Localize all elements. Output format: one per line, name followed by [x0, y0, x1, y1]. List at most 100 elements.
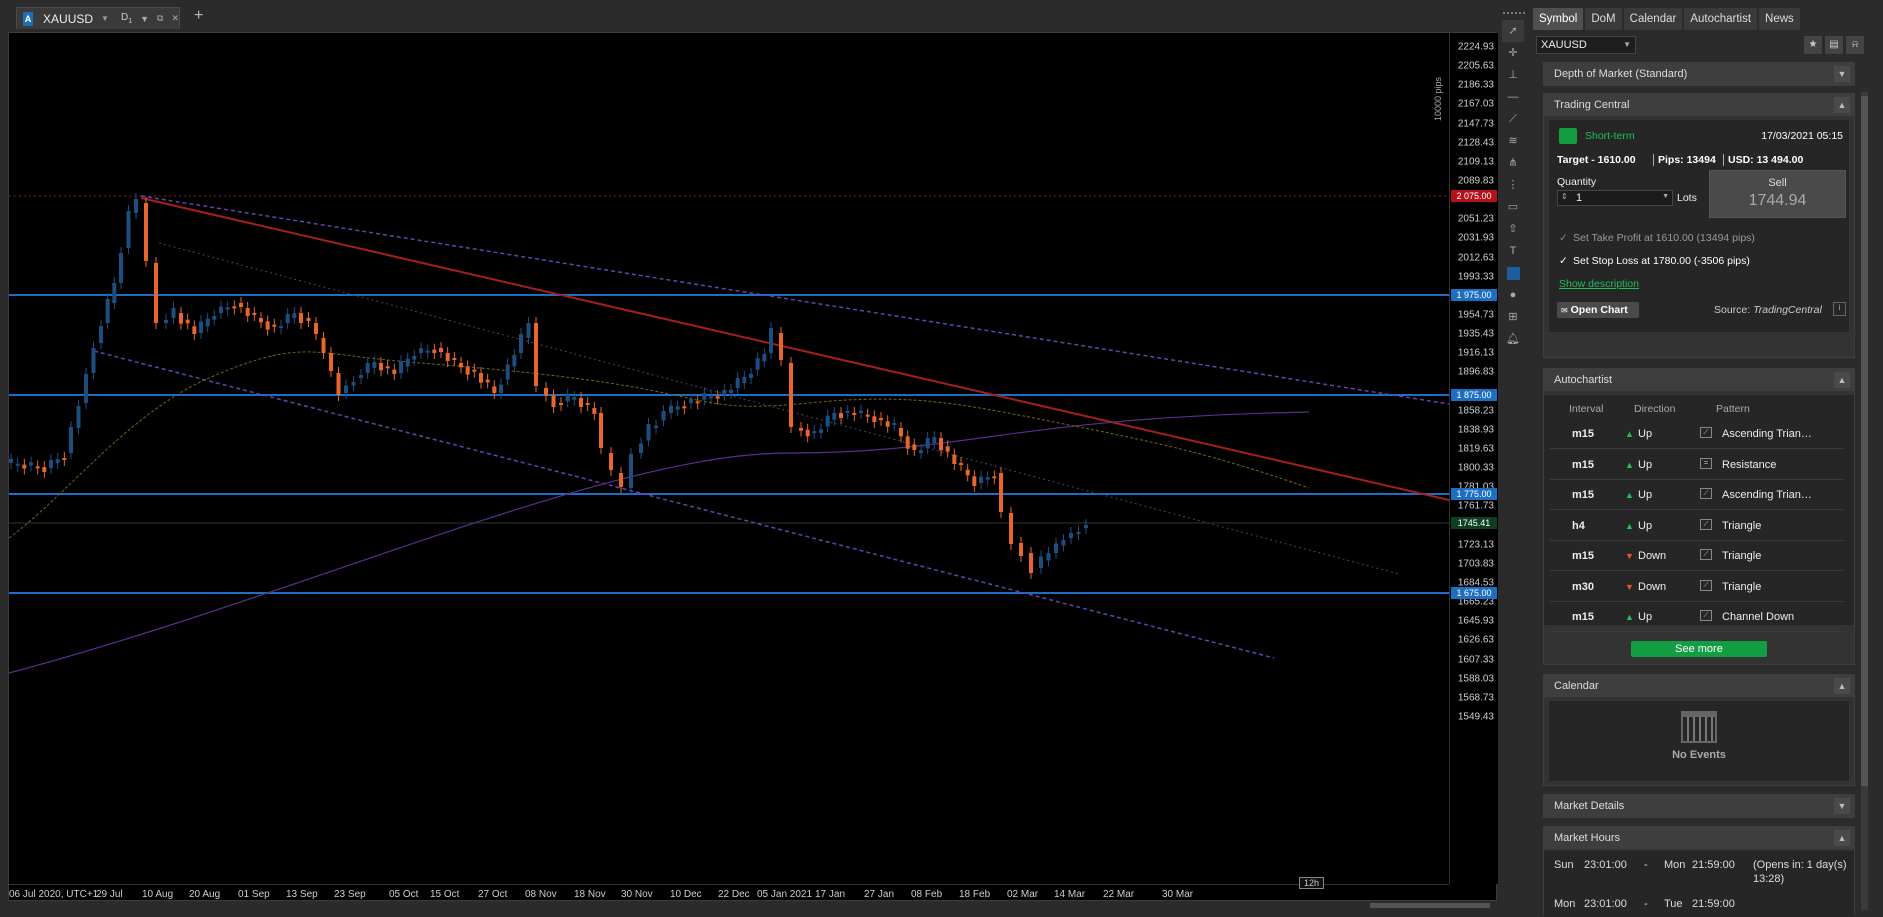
time-axis[interactable]: 06 Jul 2020, UTC+1 29 Jul 10 Aug 20 Aug 01 S… [9, 884, 1449, 902]
detach-icon[interactable]: ⧉ [157, 13, 163, 24]
pattern-icon: ⟋ [1700, 610, 1712, 621]
candle-body [755, 358, 760, 370]
candle-body [932, 437, 937, 443]
ac-row[interactable]: m15 ▲ Up ⟋ Channel Down [1550, 602, 1844, 632]
candle-body [164, 320, 168, 323]
time-axis-label: 20 Aug [189, 889, 221, 900]
bell-icon[interactable]: ⍾ [1846, 36, 1864, 54]
chevron-up-icon[interactable]: ▲ [1834, 97, 1850, 113]
toolbar-handle[interactable] [1503, 12, 1525, 18]
ac-header-direction[interactable]: Direction [1634, 403, 1675, 415]
ac-header[interactable]: Autochartist ▲ [1544, 369, 1854, 391]
alert-bell-icon[interactable]: 🔔︎ [1502, 328, 1524, 350]
price-level-tag[interactable]: 1745.41 [1451, 517, 1497, 529]
price-level-tag[interactable]: 1 775.00 [1451, 488, 1497, 500]
ac-row[interactable]: h4 ▲ Up ⟋ Triangle [1550, 511, 1844, 541]
candle-body [49, 460, 53, 468]
chart-icon[interactable]: ▤ [1825, 36, 1843, 54]
ac-header-interval[interactable]: Interval [1569, 403, 1603, 415]
cursor-icon[interactable]: ➚ [1502, 20, 1524, 42]
show-description-link[interactable]: Show description [1559, 278, 1639, 290]
pitchfork-icon[interactable]: ⋔ [1502, 152, 1524, 174]
tab-calendar[interactable]: Calendar [1623, 8, 1683, 30]
stepper-icon[interactable]: ⇕ [1561, 192, 1568, 201]
tab-autochartist[interactable]: Autochartist [1684, 8, 1758, 30]
fibonacci-icon[interactable]: ≋ [1502, 130, 1524, 152]
circle-icon[interactable]: ● [1502, 284, 1524, 306]
rectangle-icon[interactable]: ▭ [1502, 196, 1524, 218]
tp-checkbox-icon[interactable]: ✓ [1559, 232, 1568, 244]
calendar-header[interactable]: Calendar ▲ [1544, 675, 1854, 697]
tab-dom[interactable]: DoM [1585, 8, 1622, 30]
close-icon[interactable]: ✕ [171, 13, 179, 24]
text-icon[interactable]: T [1502, 240, 1524, 262]
ac-header-pattern[interactable]: Pattern [1716, 403, 1750, 415]
chevron-up-icon[interactable]: ▲ [1834, 372, 1850, 388]
star-icon[interactable]: ★ [1804, 36, 1822, 54]
ac-row[interactable]: m15 ▼ Down ⟋ Triangle [1550, 541, 1844, 571]
candle-body [185, 319, 190, 324]
ac-row[interactable]: m15 ▲ Up ⟋ Ascending Trian… [1550, 480, 1844, 510]
ac-row[interactable]: m30 ▼ Down ⟋ Triangle [1550, 572, 1844, 602]
measure-icon[interactable]: ⊥ [1502, 64, 1524, 86]
quantity-stepper[interactable]: ⇕ 1 ▼ [1557, 190, 1673, 206]
candle-body [385, 366, 390, 369]
horizontal-scrollbar[interactable] [1370, 903, 1490, 908]
price-level-tag[interactable]: 2 075.00 [1451, 190, 1497, 202]
info-icon[interactable]: i [1833, 302, 1846, 316]
chart-tab[interactable]: A XAUUSD ▼ D1 ▼ ⧉ ✕ [16, 7, 180, 29]
crosshair-icon[interactable]: ✛ [1502, 42, 1524, 64]
sell-button[interactable]: Sell 1744.94 [1709, 170, 1846, 218]
scrollbar-thumb[interactable] [1861, 96, 1868, 786]
open-chart-button[interactable]: ✉ Open Chart [1557, 302, 1639, 318]
candle-body [1046, 553, 1051, 561]
chevron-up-icon[interactable]: ▲ [1834, 678, 1850, 694]
horizontal-line-icon[interactable]: — [1502, 86, 1524, 108]
grid-icon[interactable]: ⋮ [1502, 174, 1524, 196]
market-details-header[interactable]: Market Details ▼ [1544, 795, 1854, 817]
pattern-icon: ⟋ [1700, 549, 1712, 560]
price-axis-label: 1935.43 [1457, 328, 1494, 340]
symbol-select[interactable]: XAUUSD ▼ [1536, 36, 1636, 54]
red-trendline [140, 197, 1449, 501]
price-level-tag[interactable]: 1 875.00 [1451, 389, 1497, 401]
trendline-icon[interactable]: ⟋ [1502, 108, 1524, 130]
ac-row[interactable]: m15 ▲ Up = Resistance [1550, 450, 1844, 480]
price-plot[interactable] [9, 33, 1449, 884]
tc-header[interactable]: Trading Central ▲ [1544, 94, 1854, 116]
price-level-tag[interactable]: 1 675.00 [1451, 587, 1497, 599]
chart-area[interactable]: 10000 pips 2224.93 2205.63 2186.33 2167.03 2… [8, 32, 1498, 902]
ac-direction: Down [1638, 580, 1667, 593]
color-swatch-icon[interactable] [1502, 262, 1524, 284]
tab-symbol[interactable]: Symbol [1533, 8, 1584, 30]
price-axis[interactable]: 2224.93 2205.63 2186.33 2167.03 2147.73 2128.… [1449, 33, 1498, 884]
panel-scrollbar[interactable] [1861, 92, 1868, 910]
add-tab-icon[interactable]: + [194, 7, 203, 25]
chevron-up-icon[interactable]: ▲ [1834, 830, 1850, 846]
see-more-button[interactable]: See more [1631, 641, 1767, 657]
market-hours-header[interactable]: Market Hours ▲ [1544, 827, 1854, 849]
chevron-down-icon[interactable]: ▼ [1834, 798, 1850, 814]
tab-symbol: XAUUSD [43, 11, 94, 26]
price-level-tag[interactable]: 1 975.00 [1451, 289, 1497, 301]
candle-body [119, 253, 123, 283]
chevron-down-icon[interactable]: ▼ [101, 14, 109, 23]
dom-header[interactable]: Depth of Market (Standard) ▼ [1544, 63, 1854, 85]
ac-interval: h4 [1572, 519, 1585, 532]
chevron-down-icon[interactable]: ▼ [140, 14, 149, 24]
sl-checkbox-icon[interactable]: ✓ [1559, 255, 1568, 267]
arrow-icon[interactable]: ⇧ [1502, 218, 1524, 240]
ac-row[interactable]: m15 ▲ Up ⟋ Ascending Trian… [1550, 419, 1844, 449]
take-profit-label[interactable]: Set Take Profit at 1610.00 (13494 pips) [1573, 232, 1755, 244]
candle-body [126, 211, 131, 248]
candle-body [859, 410, 863, 413]
open-chart-label: Open Chart [1570, 304, 1628, 316]
tab-timeframe[interactable]: D1 [121, 12, 132, 25]
stop-loss-label[interactable]: Set Stop Loss at 1780.00 (-3506 pips) [1573, 255, 1750, 267]
template-icon[interactable]: ⊞ [1502, 306, 1524, 328]
chevron-down-icon[interactable]: ▼ [1662, 193, 1669, 200]
chevron-down-icon[interactable]: ▼ [1834, 66, 1850, 82]
tab-news[interactable]: News [1759, 8, 1800, 30]
candle-body [259, 318, 263, 323]
time-axis-label: 30 Mar [1162, 889, 1194, 900]
